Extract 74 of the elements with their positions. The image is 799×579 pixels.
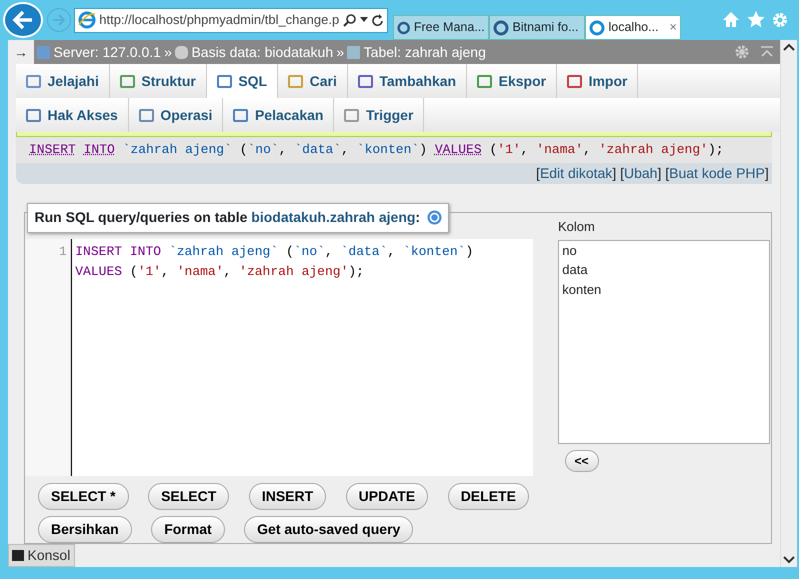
- editor-button[interactable]: Bersihkan: [38, 516, 132, 543]
- forward-arrow-icon: [52, 14, 66, 26]
- back-button[interactable]: [3, 2, 44, 38]
- crumb-icon: [347, 46, 360, 58]
- tab-icon: [26, 108, 41, 122]
- breadcrumb-link[interactable]: Basis data: biodatakuh: [191, 42, 334, 62]
- action-link[interactable]: Edit dikotak: [540, 163, 612, 184]
- bracket-text: ] [: [612, 164, 624, 183]
- browser-tab[interactable]: Bitnami fo...: [489, 15, 585, 40]
- editor-button[interactable]: Format: [151, 516, 225, 543]
- tab-favicon-icon: [589, 20, 606, 36]
- action-link[interactable]: Ubah: [624, 163, 658, 184]
- bracket-text: ] [: [657, 164, 670, 183]
- search-icon[interactable]: [343, 13, 357, 27]
- code-line: INSERT INTO `zahrah ajeng` (`no`, `data`, `konten`): [75, 243, 474, 262]
- line-number: 1: [58, 243, 67, 262]
- breadcrumb-separator: »: [164, 42, 172, 62]
- nav-tab[interactable]: SQL: [206, 64, 278, 98]
- column-option[interactable]: no: [562, 240, 766, 260]
- tab-icon: [288, 74, 304, 88]
- legend-title: Run SQL query/queries on table biodatakuh.zahrah ajeng:: [34, 208, 420, 228]
- tab-favicon-icon: [397, 20, 411, 36]
- tab-icon: [344, 108, 360, 122]
- tab-icon: [477, 74, 492, 88]
- column-option[interactable]: data: [562, 260, 766, 280]
- bracket-text: ]: [764, 164, 769, 183]
- tab-icon: [216, 74, 232, 88]
- collapse-icon[interactable]: [760, 46, 774, 58]
- sql-editor[interactable]: 1 INSERT INTO `zahrah ajeng` (`no`, `data`, `konten`) VALUES ('1', 'nama', 'zahrah ajeng');: [25, 239, 533, 476]
- star-icon[interactable]: [746, 11, 765, 28]
- home-icon[interactable]: [722, 11, 740, 28]
- insert-column-button[interactable]: <<: [564, 450, 599, 472]
- scroll-up-icon[interactable]: [783, 43, 795, 52]
- help-icon[interactable]: [426, 210, 442, 226]
- query-template-button[interactable]: DELETE: [448, 482, 529, 510]
- query-template-button[interactable]: SELECT *: [38, 482, 129, 510]
- browser-tab[interactable]: Free Mana...: [393, 15, 489, 40]
- tab-icon: [233, 108, 248, 122]
- address-field[interactable]: http://localhost/phpmyadmin/tbl_change.pl: [74, 8, 388, 32]
- table-link[interactable]: biodatakuh.zahrah ajeng: [251, 209, 416, 226]
- breadcrumb-separator: »: [336, 42, 344, 62]
- bracket-text: [: [536, 164, 540, 183]
- tab-icon: [358, 74, 373, 88]
- query-template-button[interactable]: SELECT: [148, 482, 230, 510]
- console-icon: [12, 550, 24, 561]
- crumb-icon: [37, 46, 50, 58]
- column-list-label: Kolom: [558, 218, 595, 236]
- column-option[interactable]: konten: [562, 280, 766, 300]
- breadcrumb-link[interactable]: Server: 127.0.0.1: [54, 42, 161, 62]
- action-link[interactable]: Buat kode PHP: [669, 163, 765, 184]
- console-label: Konsol: [28, 546, 70, 565]
- crumb-icon: [175, 46, 188, 58]
- browser-tab[interactable]: localho... ×: [585, 15, 681, 40]
- query-template-button[interactable]: INSERT: [248, 482, 326, 510]
- query-template-button[interactable]: UPDATE: [346, 482, 428, 510]
- browser-logo-icon: [78, 11, 96, 29]
- back-arrow-icon: [12, 10, 34, 30]
- column-list[interactable]: no data konten: [558, 240, 770, 444]
- code-line: VALUES ('1', 'nama', 'zahrah ajeng');: [75, 262, 365, 281]
- tab-icon: [138, 108, 154, 122]
- settings-icon[interactable]: [734, 44, 750, 60]
- tab-icon: [26, 74, 41, 88]
- tab-favicon-icon: [493, 20, 510, 36]
- scroll-down-icon[interactable]: [783, 556, 795, 564]
- sql-query-text: INSERT INTO `zahrah ajeng` (`no`, `data`, `konten`) VALUES ('1', 'nama', 'zahrah ajeng');: [29, 141, 724, 160]
- tab-icon: [567, 74, 582, 88]
- settings-icon[interactable]: [771, 11, 790, 29]
- breadcrumb-link[interactable]: Tabel: zahrah ajeng: [364, 42, 486, 62]
- console-tab[interactable]: Konsol: [8, 544, 75, 567]
- dropdown-icon[interactable]: [360, 17, 368, 23]
- refresh-icon[interactable]: [372, 14, 384, 26]
- close-icon[interactable]: ×: [669, 18, 677, 37]
- tab-icon: [120, 74, 135, 88]
- editor-button[interactable]: Get auto-saved query: [244, 516, 414, 543]
